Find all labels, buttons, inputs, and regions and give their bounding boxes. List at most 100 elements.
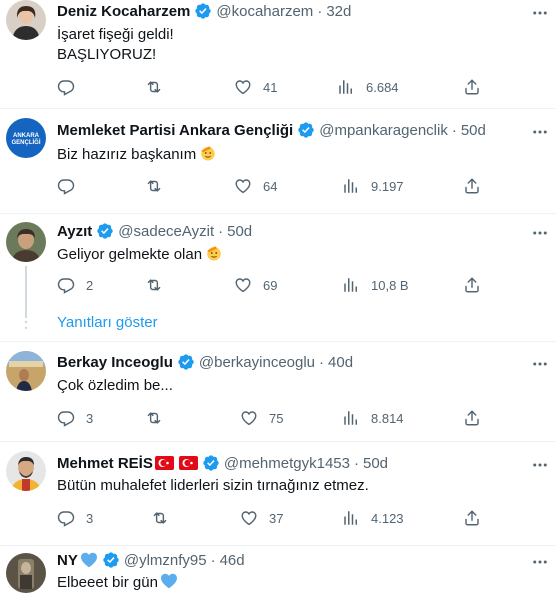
tweet-time[interactable]: 40d xyxy=(328,354,353,371)
share-button[interactable] xyxy=(463,176,481,196)
blue-heart-icon xyxy=(80,552,98,568)
share-button[interactable] xyxy=(463,275,481,295)
like-button[interactable]: 69 xyxy=(234,275,277,295)
views-button[interactable]: 10,8 B xyxy=(342,275,409,295)
more-options-icon[interactable] xyxy=(530,553,550,571)
author-handle[interactable]: @berkayinceoglu xyxy=(199,354,315,371)
thread-dots-icon xyxy=(24,314,28,330)
more-options-icon[interactable] xyxy=(530,355,550,373)
tweet-header: Ayzıt @sadeceAyzit · 50d xyxy=(57,222,253,240)
like-button[interactable]: 75 xyxy=(240,408,283,428)
reply-button[interactable]: 2 xyxy=(57,275,93,295)
like-button[interactable]: 41 xyxy=(234,77,277,97)
author-handle[interactable]: @kocaharzem xyxy=(216,3,313,20)
avatar[interactable] xyxy=(6,222,46,262)
tweet-time[interactable]: 50d xyxy=(461,122,486,139)
more-options-icon[interactable] xyxy=(530,123,550,141)
author-name[interactable]: Berkay Inceoglu xyxy=(57,354,173,371)
heart-icon xyxy=(234,177,252,195)
turkey-flag-icon xyxy=(178,456,198,470)
analytics-icon xyxy=(342,276,360,294)
tweet-time[interactable]: 50d xyxy=(363,455,388,472)
views-button[interactable]: 8.814 xyxy=(342,408,404,428)
avatar[interactable] xyxy=(6,351,46,391)
avatar[interactable]: ANKARA GENÇLİĞİ xyxy=(6,118,46,158)
tweet[interactable]: Mehmet REİS @mehmetgyk1453 · 50d Bütün m… xyxy=(0,441,556,546)
reply-button[interactable]: 3 xyxy=(57,508,93,528)
tweet-actions: 3 37 4.123 xyxy=(57,508,497,528)
share-button[interactable] xyxy=(463,77,481,97)
tweet-text: İşaret fişeği geldi! BAŞLIYORUZ! xyxy=(57,25,174,65)
tweet-line: Geliyor gelmekte olan xyxy=(57,246,203,263)
author-name[interactable]: Ayzıt xyxy=(57,223,92,240)
tweet-time[interactable]: 50d xyxy=(227,223,252,240)
tweet-line: Bütün muhalefet liderleri sizin tırnağın… xyxy=(57,477,369,494)
reply-count: 2 xyxy=(86,277,94,293)
author-name[interactable]: Memleket Partisi Ankara Gençliği xyxy=(57,122,293,139)
tweet[interactable]: ANKARA GENÇLİĞİ Memleket Partisi Ankara G… xyxy=(0,108,556,214)
author-handle[interactable]: @sadeceAyzit xyxy=(118,223,214,240)
saluting-face-icon xyxy=(199,144,217,162)
tweet-actions: 3 75 8.814 xyxy=(57,408,497,428)
retweet-icon xyxy=(145,409,163,427)
retweet-button[interactable] xyxy=(151,508,180,528)
avatar[interactable] xyxy=(6,0,46,40)
author-handle[interactable]: @ylmznfy95 xyxy=(124,552,207,569)
retweet-icon xyxy=(145,78,163,96)
reply-button[interactable] xyxy=(57,77,86,97)
tweet-text: Bütün muhalefet liderleri sizin tırnağın… xyxy=(57,476,369,496)
thread-line xyxy=(25,266,27,318)
retweet-button[interactable] xyxy=(145,77,174,97)
show-replies-link[interactable]: Yanıtları göster xyxy=(57,314,158,331)
turkey-flag-icon xyxy=(154,456,174,470)
avatar[interactable] xyxy=(6,553,46,593)
share-button[interactable] xyxy=(463,508,481,528)
tweet-text: Elbeeet bir gün xyxy=(57,573,178,593)
views-button[interactable]: 9.197 xyxy=(342,176,404,196)
share-button[interactable] xyxy=(463,408,481,428)
reply-icon xyxy=(57,78,75,96)
retweet-button[interactable] xyxy=(145,176,174,196)
tweet-text: Geliyor gelmekte olan xyxy=(57,244,223,265)
tweet[interactable]: Berkay Inceoglu @berkayinceoglu · 40d Ço… xyxy=(0,341,556,442)
reply-count: 3 xyxy=(86,410,94,426)
reply-icon xyxy=(57,276,75,294)
tweet-header: Mehmet REİS @mehmetgyk1453 · 50d xyxy=(57,454,389,472)
like-count: 41 xyxy=(263,79,278,95)
views-button[interactable]: 4.123 xyxy=(342,508,404,528)
author-name[interactable]: Mehmet REİS xyxy=(57,455,153,472)
author-handle[interactable]: @mpankaragenclik xyxy=(319,122,448,139)
share-icon xyxy=(463,509,481,527)
tweet-text: Biz hazırız başkanım xyxy=(57,144,217,165)
analytics-icon xyxy=(342,177,360,195)
tweet[interactable]: NY @ylmznfy95 · 46d Elbeeet bir gün xyxy=(0,545,556,596)
more-options-icon[interactable] xyxy=(530,224,550,242)
tweet-time[interactable]: 32d xyxy=(326,3,351,20)
analytics-icon xyxy=(342,409,360,427)
more-options-icon[interactable] xyxy=(530,4,550,22)
svg-text:GENÇLİĞİ: GENÇLİĞİ xyxy=(11,138,40,146)
tweet-time[interactable]: 46d xyxy=(220,552,245,569)
retweet-button[interactable] xyxy=(145,408,174,428)
heart-icon xyxy=(234,78,252,96)
author-name[interactable]: Deniz Kocaharzem xyxy=(57,3,190,20)
heart-icon xyxy=(240,509,258,527)
views-button[interactable]: 6.684 xyxy=(337,77,399,97)
avatar-logo-text: ANKARA xyxy=(13,133,40,139)
heart-icon xyxy=(240,409,258,427)
avatar[interactable] xyxy=(6,451,46,491)
blue-heart-icon xyxy=(160,573,178,589)
reply-button[interactable] xyxy=(57,176,86,196)
reply-button[interactable]: 3 xyxy=(57,408,93,428)
tweet[interactable]: Deniz Kocaharzem @kocaharzem · 32d İşare… xyxy=(0,0,556,109)
like-button[interactable]: 64 xyxy=(234,176,277,196)
author-handle[interactable]: @mehmetgyk1453 xyxy=(224,455,350,472)
author-name[interactable]: NY xyxy=(57,552,78,569)
tweet-line: Biz hazırız başkanım xyxy=(57,146,197,163)
verified-badge-icon xyxy=(194,2,212,20)
reply-icon xyxy=(57,409,75,427)
tweet-actions: 64 9.197 xyxy=(57,176,497,196)
retweet-button[interactable] xyxy=(145,275,174,295)
more-options-icon[interactable] xyxy=(530,456,550,474)
like-button[interactable]: 37 xyxy=(240,508,283,528)
